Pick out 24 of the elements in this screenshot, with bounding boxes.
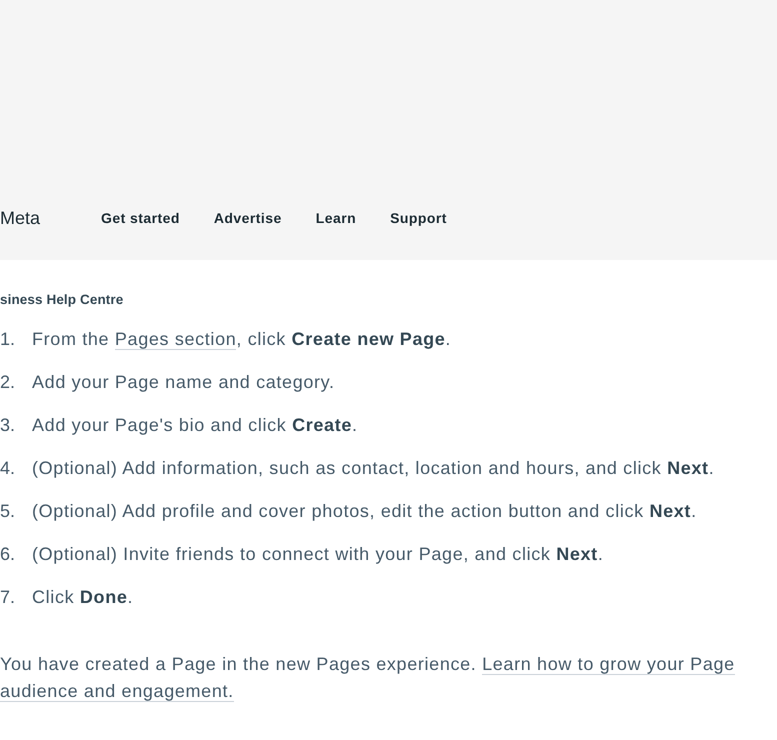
help-link[interactable]: Learn how to grow your Page xyxy=(482,654,735,675)
step-text: (Optional) Invite friends to connect with your Page, and click Next. xyxy=(32,543,604,566)
step-number: 5. xyxy=(0,500,16,523)
step-number: 7. xyxy=(0,586,16,609)
step-text: (Optional) Add information, such as contact, location and hours, and click Next. xyxy=(32,457,714,480)
step-text: (Optional) Add profile and cover photos, edit the action button and click Next. xyxy=(32,500,697,523)
nav-link[interactable]: Learn xyxy=(316,208,356,228)
step-number: 3. xyxy=(0,414,16,437)
step-number: 4. xyxy=(0,457,16,480)
breadcrumb-link[interactable]: siness Help Centre xyxy=(0,291,124,309)
nav-link[interactable]: Advertise xyxy=(214,208,282,228)
step-number: 6. xyxy=(0,543,16,566)
note-paragraph: You have created a Page in the new Pages experience. Learn how to grow your Page audience and engagement. xyxy=(0,653,736,704)
step-text: Click Done. xyxy=(32,586,134,609)
nav-link[interactable]: Get started xyxy=(101,208,180,228)
help-link[interactable]: audience and engagement. xyxy=(0,681,234,702)
nav-link[interactable]: Support xyxy=(390,208,447,228)
step-text: From the Pages section, click Create new Page. xyxy=(32,328,452,352)
step-text: Add your Page name and category. xyxy=(32,371,335,394)
step-text: Add your Page's bio and click Create. xyxy=(32,414,358,437)
help-link[interactable]: Pages section xyxy=(114,329,236,350)
logo-wordmark[interactable]: Meta xyxy=(0,207,101,229)
step-number: 1. xyxy=(0,328,16,351)
step-number: 2. xyxy=(0,371,16,394)
